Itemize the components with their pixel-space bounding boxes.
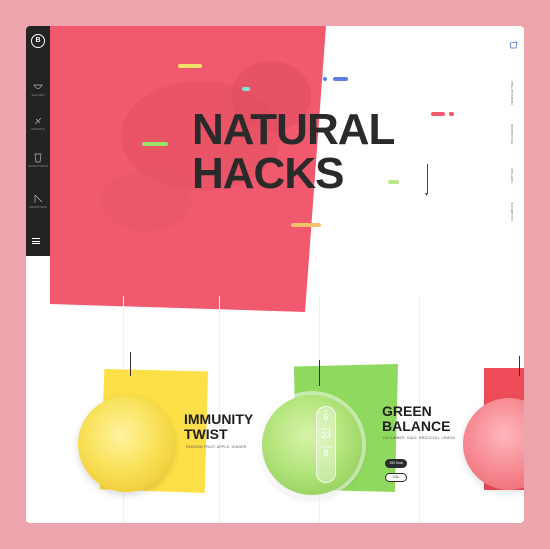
kcal-button[interactable]: 192 Kcal bbox=[385, 459, 407, 468]
brand-logo[interactable]: B bbox=[31, 34, 45, 48]
snack-icon bbox=[34, 117, 42, 125]
right-nav-twitter[interactable]: TWITTER bbox=[510, 168, 516, 183]
hero-title-line1: NATURAL bbox=[192, 105, 395, 154]
stat-value: 8 bbox=[323, 448, 329, 458]
size-button[interactable]: 0.5L bbox=[385, 473, 407, 482]
hamburger-menu-icon[interactable] bbox=[32, 238, 40, 244]
stat-value: 33 bbox=[320, 430, 331, 440]
stat-protein: PROTEIN 8 gr bbox=[317, 446, 335, 461]
app-window: B SALADS SNACKS SMOOTHIES SMOOTHIE NATUR… bbox=[26, 26, 524, 523]
arrow-down-icon[interactable]: ▾ bbox=[425, 191, 428, 198]
sidebar-item-smoothie[interactable]: SMOOTHIE bbox=[26, 194, 50, 209]
smoothie-icon bbox=[34, 194, 43, 203]
red-juice-image[interactable] bbox=[463, 398, 524, 490]
sidebar-item-salads[interactable]: SALADS bbox=[26, 82, 50, 97]
card-subtitle-green-balance: CUCUMBER, KALE, BROCCOLI, LEMON bbox=[383, 436, 455, 440]
stat-unit: gr bbox=[324, 458, 328, 461]
card-subtitle-immunity: PASSION FRUIT, APPLE, GINGER bbox=[186, 445, 247, 449]
smoothie-glass-icon bbox=[34, 153, 42, 163]
sidebar-item-label: SNACKS bbox=[31, 127, 45, 131]
decor-dash bbox=[142, 142, 168, 146]
stat-carbs: CARBS 33 gr bbox=[317, 428, 335, 443]
scroll-indicator bbox=[427, 164, 428, 194]
sidebar-item-label: SALADS bbox=[31, 93, 45, 97]
card-title-line: IMMUNITY bbox=[184, 411, 254, 427]
right-nav-facebook[interactable]: FACEBOOK bbox=[510, 202, 516, 221]
decor-dash bbox=[242, 87, 250, 91]
decor-dash bbox=[178, 64, 202, 68]
salad-icon bbox=[33, 84, 43, 89]
stat-unit: gr bbox=[324, 422, 328, 425]
card-title-green-balance[interactable]: GREEN BALANCE bbox=[382, 404, 450, 434]
sidebar-item-smoothies[interactable]: SMOOTHIES bbox=[26, 153, 50, 168]
decor-dash bbox=[333, 77, 348, 81]
decor-dash bbox=[449, 112, 454, 116]
immunity-juice-image[interactable] bbox=[78, 396, 174, 492]
card-pin bbox=[519, 356, 520, 376]
card-title-line: TWIST bbox=[184, 426, 228, 442]
hero-title-line2: HACKS bbox=[192, 149, 344, 198]
decor-dash bbox=[291, 223, 321, 227]
card-title-line: BALANCE bbox=[382, 418, 451, 434]
sidebar-item-label: SMOOTHIE bbox=[29, 205, 47, 209]
decor-dash bbox=[431, 112, 445, 116]
right-nav-newsletter[interactable]: NEWSLETTER bbox=[510, 81, 516, 105]
grid-line bbox=[219, 296, 220, 523]
sidebar-item-label: SMOOTHIES bbox=[28, 164, 48, 168]
nutrition-stats-panel: FAT 6 gr CARBS 33 gr PROTEIN 8 gr bbox=[316, 406, 336, 483]
stat-fat: FAT 6 gr bbox=[317, 410, 335, 425]
stat-value: 6 bbox=[323, 412, 329, 422]
card-pin bbox=[130, 352, 131, 376]
stat-unit: gr bbox=[324, 440, 328, 443]
right-nav-instagram[interactable]: INSTAGRAM bbox=[510, 124, 516, 144]
sidebar-item-snacks[interactable]: SNACKS bbox=[26, 116, 50, 131]
decor-dash bbox=[388, 180, 399, 184]
card-title-line: GREEN bbox=[382, 403, 432, 419]
card-title-immunity[interactable]: IMMUNITY TWIST bbox=[184, 412, 253, 442]
green-balance-juice-image[interactable] bbox=[262, 395, 362, 495]
sidebar: B SALADS SNACKS SMOOTHIES SMOOTHIE bbox=[26, 26, 50, 256]
decor-dash bbox=[323, 77, 327, 81]
cart-icon[interactable] bbox=[509, 40, 518, 49]
card-pin bbox=[319, 360, 320, 386]
